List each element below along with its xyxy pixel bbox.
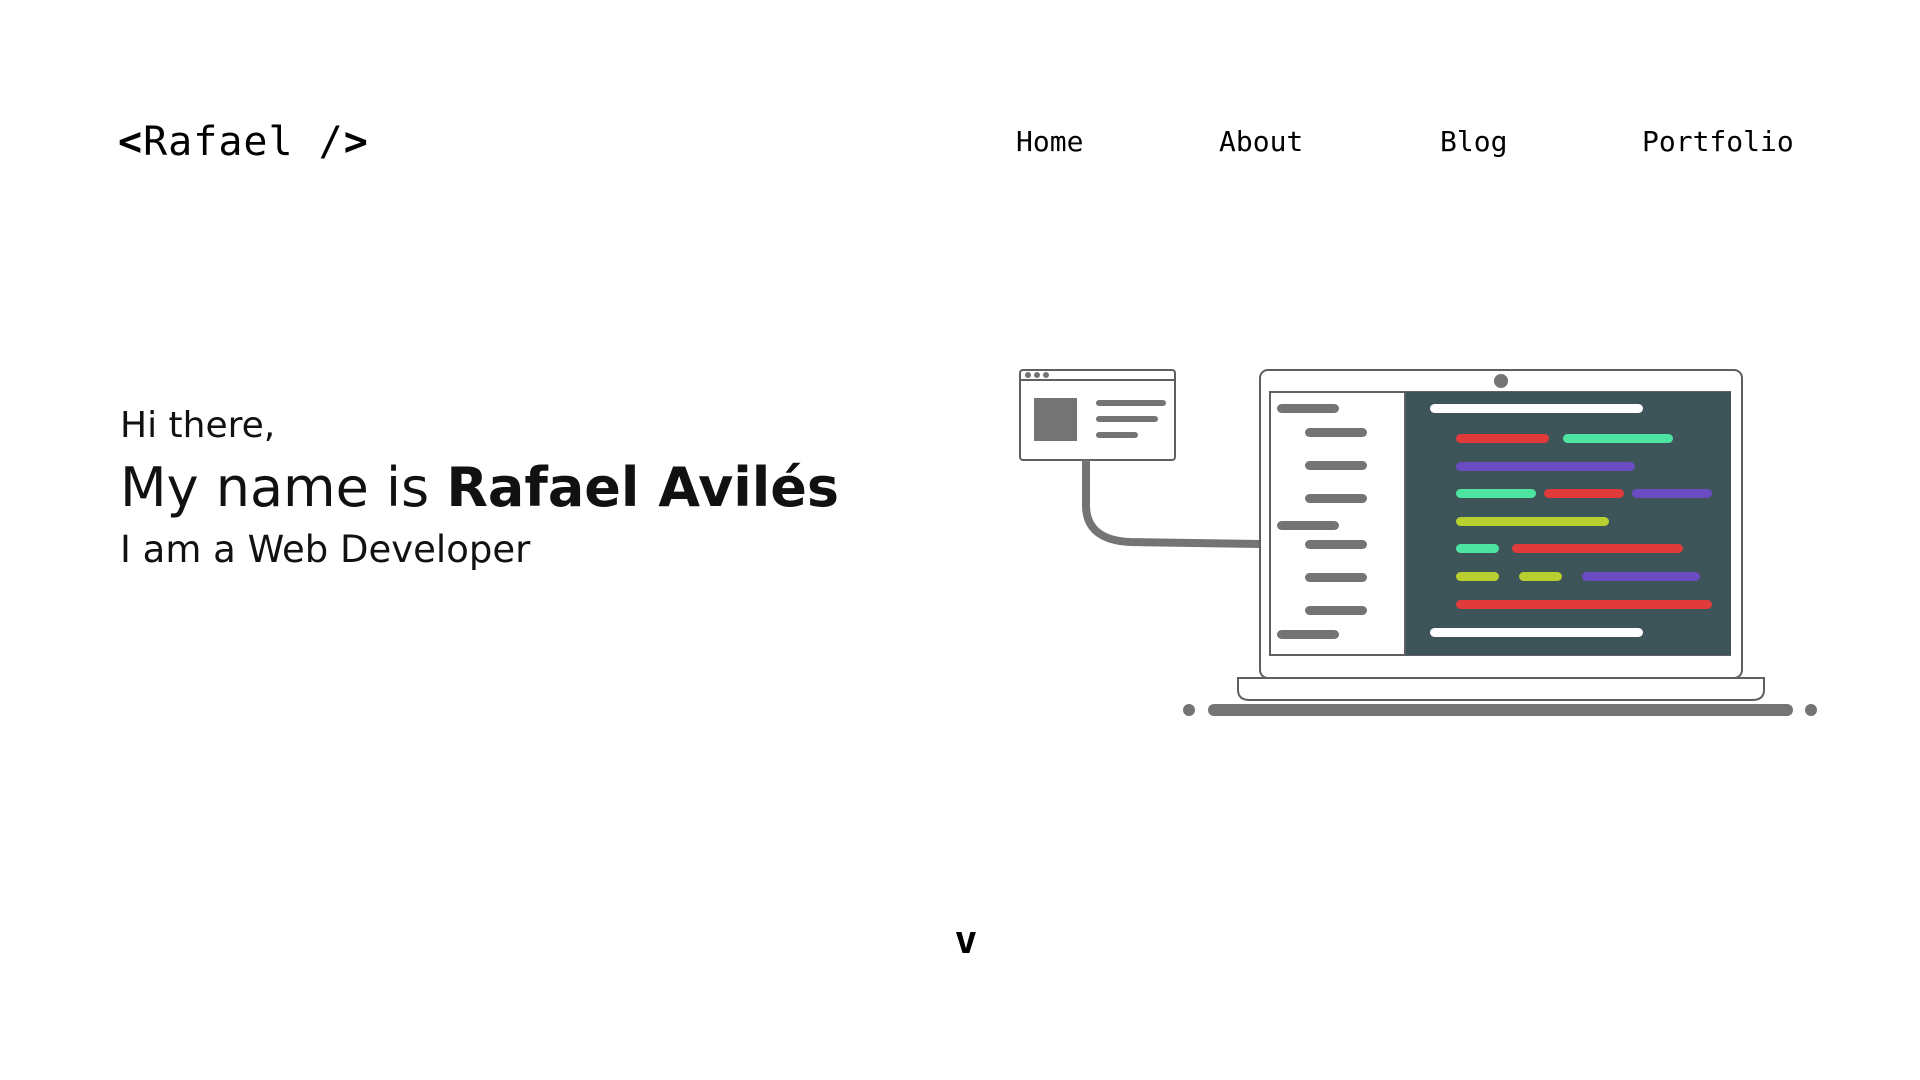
laptop-icon [1237, 369, 1765, 701]
browser-window-icon [1019, 369, 1176, 461]
cable-line [1082, 460, 1261, 548]
scroll-down-chevron-icon[interactable]: v [936, 910, 996, 970]
hero-text: Hi there, My name is Rafael Avilés I am … [120, 400, 839, 576]
hero-greeting: Hi there, [120, 405, 276, 446]
laptop-code-illustration [1019, 369, 1817, 716]
hero-name-prefix: My name is [120, 456, 430, 519]
main-nav: Home About Blog Portfolio [0, 124, 1920, 164]
hero-name-line: My name is Rafael Avilés [120, 452, 839, 524]
ground-line [1183, 704, 1817, 716]
hero-role: I am a Web Developer [120, 528, 531, 571]
nav-link-about[interactable]: About [1219, 124, 1303, 160]
nav-link-blog[interactable]: Blog [1440, 124, 1507, 160]
nav-link-home[interactable]: Home [1016, 124, 1083, 160]
hero-name: Rafael Avilés [446, 456, 840, 519]
nav-link-portfolio[interactable]: Portfolio [1642, 124, 1794, 160]
